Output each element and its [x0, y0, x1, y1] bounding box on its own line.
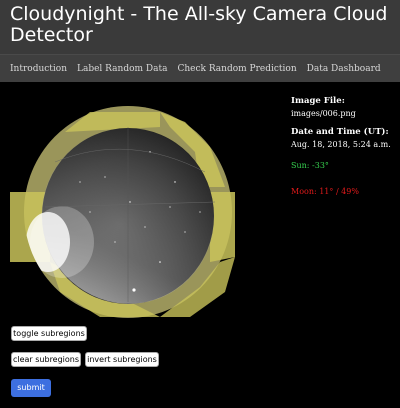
invert-subregions-button[interactable]: invert subregions: [85, 352, 159, 367]
image-file-value: images/006.png: [291, 109, 356, 118]
image-info-panel: Image File: images/006.png Date and Time…: [291, 96, 396, 196]
all-sky-image[interactable]: [10, 92, 246, 324]
clear-subregions-button[interactable]: clear subregions: [11, 352, 81, 367]
nav-bar: Introduction Label Random Data Check Ran…: [0, 54, 400, 82]
nav-introduction[interactable]: Introduction: [10, 64, 67, 74]
datetime-value: Aug. 18, 2018, 5:24 a.m.: [291, 140, 391, 149]
moon-altitude-phase: Moon: 11° / 49%: [291, 187, 359, 196]
toggle-subregions-button[interactable]: toggle subregions: [11, 326, 87, 341]
nav-label-random-data[interactable]: Label Random Data: [77, 64, 167, 74]
nav-data-dashboard[interactable]: Data Dashboard: [307, 64, 381, 74]
all-sky-canvas[interactable]: [10, 92, 246, 324]
image-file-label: Image File:: [291, 96, 345, 106]
nav-check-random-prediction[interactable]: Check Random Prediction: [177, 64, 296, 74]
page-header: Cloudynight - The All-sky Camera Cloud D…: [0, 0, 400, 54]
submit-button[interactable]: submit: [11, 379, 51, 397]
page-title: Cloudynight - The All-sky Camera Cloud D…: [10, 3, 388, 46]
sun-altitude: Sun: -33°: [291, 161, 329, 170]
datetime-label: Date and Time (UT):: [291, 127, 389, 137]
